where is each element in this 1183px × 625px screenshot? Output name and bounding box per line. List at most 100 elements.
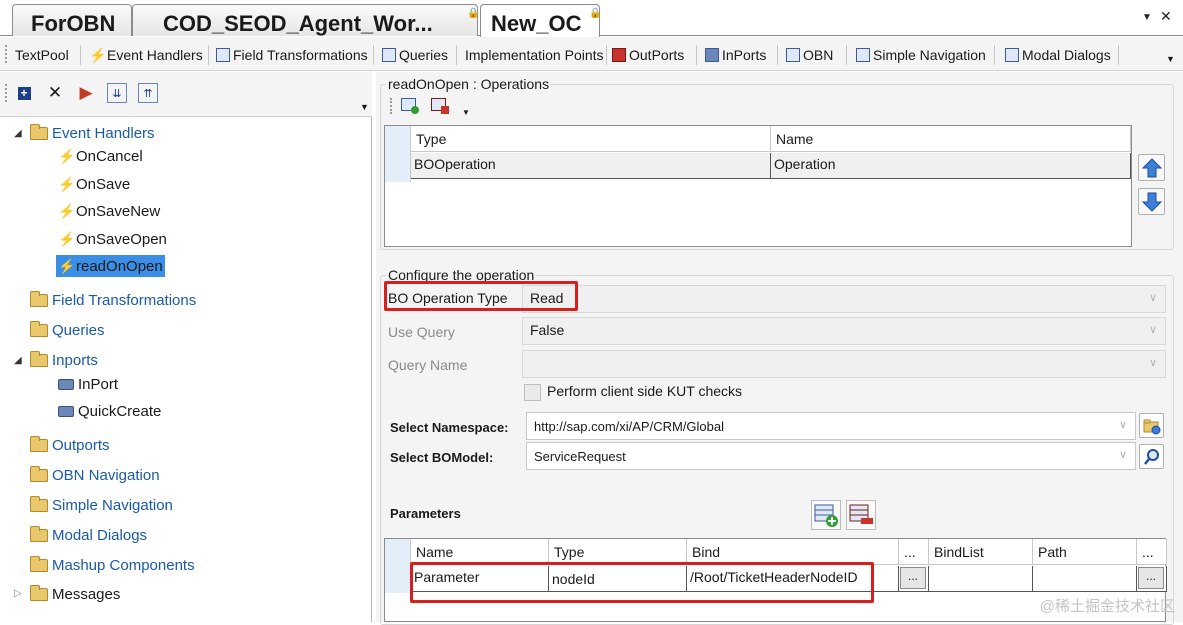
lightning-icon: ⚡: [58, 175, 76, 192]
remove-row-icon[interactable]: [428, 94, 449, 114]
parameters-column-header[interactable]: Path: [1033, 539, 1137, 565]
tree-node-onsavenew[interactable]: ⚡ OnSaveNew: [58, 200, 160, 222]
operations-grid: Type Name BOOperation Operation: [384, 125, 1132, 247]
toolbar-field-transformations[interactable]: Field Transformations: [216, 44, 368, 66]
toolbar-textpool[interactable]: TextPool: [15, 44, 69, 66]
toolbar-item-label: OutPorts: [629, 47, 685, 63]
collapse-arrow-icon[interactable]: ◢: [14, 355, 22, 366]
kut-checks-checkbox[interactable]: [524, 384, 541, 401]
toolbar-event-handlers[interactable]: ⚡ Event Handlers: [89, 44, 203, 66]
simple-navigation-icon: [856, 48, 870, 62]
outline-toolbar: + ✕ ▶ ⇊ ⇈ ▼: [0, 72, 372, 117]
lightning-icon: ⚡: [58, 147, 76, 164]
parameter-cell-path[interactable]: [1033, 566, 1137, 592]
operations-column-header[interactable]: Type: [411, 126, 771, 152]
chevron-down-icon: ∨: [1148, 357, 1157, 369]
tree-node-modal-dialogs[interactable]: Modal Dialogs: [30, 524, 147, 546]
toolbar-simple-navigation[interactable]: Simple Navigation: [856, 44, 986, 66]
parameters-column-header[interactable]: ...: [1137, 539, 1167, 565]
move-down-button[interactable]: [1138, 188, 1165, 215]
tree-node-onsave[interactable]: ⚡ OnSave: [58, 173, 130, 195]
tree-node-readonopen[interactable]: ⚡ readOnOpen: [56, 255, 165, 277]
toolbar-queries[interactable]: Queries: [382, 44, 448, 66]
toolbar-item-label: TextPool: [15, 47, 69, 63]
parameter-cell-bind-button-host: ...: [899, 566, 929, 592]
toolbar-grip[interactable]: [5, 45, 7, 63]
folder-icon: [30, 495, 48, 512]
tree-node-obn-navigation[interactable]: OBN Navigation: [30, 464, 160, 486]
tab-list-dropdown-icon[interactable]: ▼: [1142, 12, 1152, 23]
operations-cell-type[interactable]: BOOperation: [411, 153, 771, 179]
move-up-button[interactable]: [1138, 154, 1165, 181]
tree-node-label: OnSaveOpen: [76, 230, 167, 248]
doc-tab-forobn[interactable]: ForOBN: [12, 4, 132, 36]
toolbar-grip[interactable]: [5, 84, 7, 102]
expand-arrow-icon[interactable]: ▷: [14, 588, 22, 599]
toolbar-modal-dialogs[interactable]: Modal Dialogs: [1005, 44, 1111, 66]
chevron-down-icon: ∨: [1118, 419, 1127, 431]
toolbar-obn[interactable]: OBN: [786, 44, 833, 66]
properties-panel: readOnOpen : Operations ▼ Type Name BOOp…: [376, 72, 1183, 625]
toolbar-separator: [80, 45, 81, 65]
tree-node-messages[interactable]: Messages: [30, 583, 120, 605]
add-row-icon[interactable]: [398, 94, 419, 114]
expand-all-icon[interactable]: ⇊: [107, 83, 127, 103]
parameter-cell-bindlist[interactable]: [929, 566, 1033, 592]
toolbar-item-label: Event Handlers: [107, 47, 203, 63]
folder-icon: [30, 350, 48, 367]
run-icon[interactable]: ▶: [76, 83, 96, 103]
tree-node-mashup-components[interactable]: Mashup Components: [30, 554, 195, 576]
tree-node-label: Outports: [52, 436, 110, 454]
bind-ellipsis-button[interactable]: ...: [900, 567, 926, 589]
folder-icon: [30, 435, 48, 452]
tree-node-outports[interactable]: Outports: [30, 434, 110, 456]
doc-tab-cod-seod[interactable]: COD_SEOD_Agent_Wor... 🔒: [132, 4, 478, 36]
operations-cell-name[interactable]: Operation: [771, 153, 1131, 179]
toolbar-separator: [373, 45, 374, 65]
tree-node-quickcreate[interactable]: QuickCreate: [58, 400, 161, 422]
path-ellipsis-button[interactable]: ...: [1138, 567, 1164, 589]
tree-node-inports[interactable]: Inports: [30, 349, 98, 371]
parameters-column-header[interactable]: BindList: [929, 539, 1033, 565]
browse-namespace-button[interactable]: [1139, 413, 1164, 438]
close-icon[interactable]: ✕: [1160, 8, 1172, 25]
search-bomodel-button[interactable]: [1139, 444, 1164, 469]
toolbar-implementation-points[interactable]: Implementation Points: [465, 44, 604, 66]
outport-icon: [612, 48, 626, 62]
operations-column-header[interactable]: Name: [771, 126, 1131, 152]
query-name-select[interactable]: ∨: [522, 350, 1166, 378]
tree-node-simple-navigation[interactable]: Simple Navigation: [30, 494, 173, 516]
remove-parameter-button[interactable]: [846, 500, 876, 530]
folder-icon: [30, 320, 48, 337]
toolbar-overflow-icon[interactable]: ▼: [360, 102, 369, 112]
doc-tab-new-oc[interactable]: New_OC 🔒: [480, 4, 600, 37]
collapse-arrow-icon[interactable]: ◢: [14, 128, 22, 139]
toolbar-inports[interactable]: InPorts: [705, 44, 766, 66]
lightning-icon: ⚡: [58, 202, 76, 219]
namespace-select[interactable]: http://sap.com/xi/AP/CRM/Global ∨: [526, 412, 1136, 440]
tree-node-onsaveopen[interactable]: ⚡ OnSaveOpen: [58, 228, 167, 250]
folder-icon: [30, 123, 48, 140]
add-parameter-button[interactable]: [811, 500, 841, 530]
toolbar-overflow-icon[interactable]: ▼: [1166, 54, 1175, 64]
bo-operation-type-select[interactable]: Read ∨: [522, 285, 1166, 313]
add-icon[interactable]: +: [14, 83, 34, 103]
parameters-column-header[interactable]: ...: [899, 539, 929, 565]
toolbar-outports[interactable]: OutPorts: [612, 44, 684, 66]
tree-node-inport[interactable]: InPort: [58, 373, 118, 395]
delete-icon[interactable]: ✕: [45, 83, 65, 103]
toolbar-grip[interactable]: [390, 98, 392, 114]
watermark: @稀土掘金技术社区: [1039, 598, 1175, 615]
collapse-all-icon[interactable]: ⇈: [138, 83, 158, 103]
toolbar-overflow-icon[interactable]: ▼: [462, 108, 470, 117]
bomodel-select[interactable]: ServiceRequest ∨: [526, 442, 1136, 470]
toolbar-item-label: Field Transformations: [233, 47, 368, 63]
use-query-select[interactable]: False ∨: [522, 317, 1166, 345]
tree-node-field-transformations[interactable]: Field Transformations: [30, 289, 196, 311]
tree-node-oncancel[interactable]: ⚡ OnCancel: [58, 145, 143, 167]
toolbar-item-label: Implementation Points: [465, 47, 604, 63]
folder-icon: [30, 584, 48, 601]
modal-dialog-icon: [1005, 48, 1019, 62]
tree-node-event-handlers[interactable]: Event Handlers: [30, 122, 155, 144]
tree-node-queries[interactable]: Queries: [30, 319, 105, 341]
